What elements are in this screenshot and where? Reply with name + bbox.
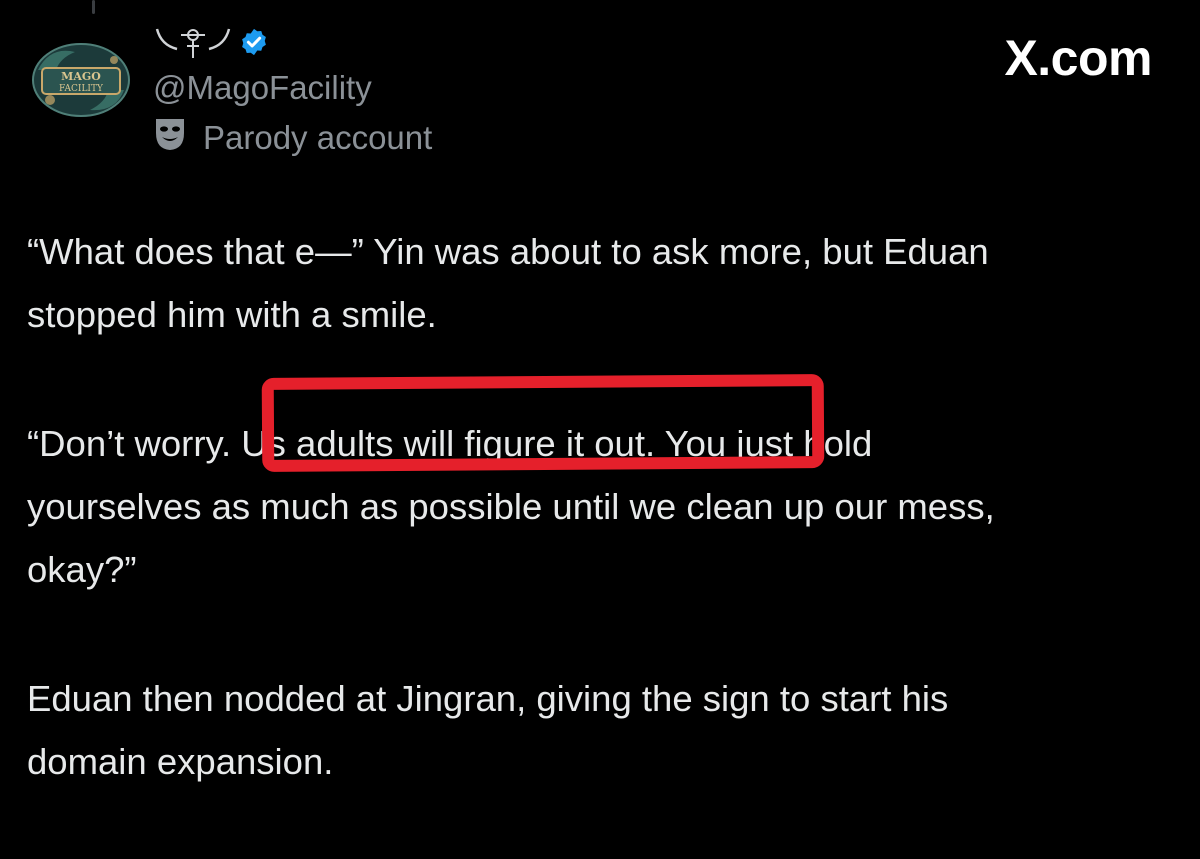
text-line: “What does that e—” Yin was about to ask… bbox=[27, 231, 989, 272]
text-line: domain expansion. bbox=[27, 741, 334, 782]
user-handle[interactable]: @MagoFacility bbox=[153, 68, 372, 108]
svg-text:MAGO: MAGO bbox=[61, 70, 101, 83]
red-highlight-box bbox=[261, 374, 825, 472]
ornament-emblem-icon bbox=[153, 23, 233, 66]
thread-connector-line bbox=[92, 0, 95, 14]
parody-account-label: Parody account bbox=[153, 117, 432, 159]
theater-mask-icon bbox=[153, 116, 187, 160]
display-name-row[interactable] bbox=[153, 24, 269, 64]
avatar[interactable]: MAGO FACILITY bbox=[30, 40, 132, 120]
text-line: okay?” bbox=[27, 549, 137, 590]
xcom-watermark: X.com bbox=[1004, 30, 1152, 86]
text-line: yourselves as much as possible until we … bbox=[27, 486, 995, 527]
text-line: Eduan then nodded at Jingran, giving the… bbox=[27, 678, 949, 719]
verified-badge-icon[interactable] bbox=[239, 27, 269, 62]
post-body: “What does that e—” Yin was about to ask… bbox=[27, 220, 1177, 859]
paragraph: “What does that e—” Yin was about to ask… bbox=[27, 220, 1177, 346]
paragraph: Eduan then nodded at Jingran, giving the… bbox=[27, 667, 1177, 793]
parody-account-text: Parody account bbox=[203, 119, 433, 156]
mago-facility-logo-icon: MAGO FACILITY bbox=[32, 43, 130, 117]
svg-text:FACILITY: FACILITY bbox=[59, 84, 104, 94]
text-line: stopped him with a smile. bbox=[27, 294, 437, 335]
